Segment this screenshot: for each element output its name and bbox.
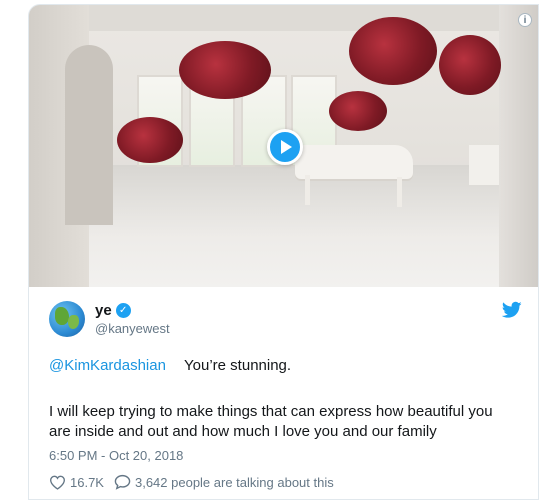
heart-icon <box>49 475 66 490</box>
grand-piano <box>295 145 413 179</box>
like-button[interactable]: 16.7K <box>49 475 104 490</box>
hanging-flower-arrangement <box>439 35 501 95</box>
scene-bench <box>469 145 499 185</box>
tweet-card[interactable]: i ye ✓ @kanyewest @KimKardashian You’re … <box>28 4 539 500</box>
tweet-timestamp[interactable]: 6:50 PM - Oct 20, 2018 <box>49 448 183 463</box>
tweet-reply-line: @KimKardashian You’re stunning. <box>49 356 529 376</box>
reply-text: You’re stunning. <box>184 357 292 374</box>
author-name[interactable]: ye <box>95 302 112 319</box>
piano-leg <box>397 177 402 207</box>
like-count: 16.7K <box>70 474 104 490</box>
video-thumbnail[interactable]: i <box>29 5 538 287</box>
info-icon[interactable]: i <box>518 13 532 27</box>
avatar-globe-land <box>68 315 79 329</box>
tweet-body-line: I will keep trying to make things that c… <box>49 403 493 420</box>
hanging-flower-arrangement <box>329 91 387 131</box>
avatar-globe-land <box>55 307 69 325</box>
author-name-row: ye ✓ <box>95 302 131 319</box>
tweet-actions: 16.7K 3,642 people are talking about thi… <box>49 474 344 490</box>
play-icon <box>281 140 292 154</box>
mention-link[interactable]: @KimKardashian <box>49 357 166 374</box>
speech-bubble-icon <box>114 474 131 490</box>
hanging-flower-arrangement <box>349 17 437 85</box>
conversation-link[interactable]: 3,642 people are talking about this <box>114 474 334 490</box>
tweet-body-line: are inside and out and how much I love y… <box>49 423 437 440</box>
scene-archway <box>65 45 113 225</box>
piano-leg <box>305 175 310 205</box>
scene-ceiling <box>29 5 538 31</box>
play-button[interactable] <box>267 129 303 165</box>
tweet-header: ye ✓ @kanyewest <box>49 301 522 345</box>
author-handle[interactable]: @kanyewest <box>95 321 170 336</box>
hanging-flower-arrangement <box>179 41 271 99</box>
avatar[interactable] <box>49 301 85 337</box>
conversation-count: 3,642 people are talking about this <box>134 474 334 490</box>
twitter-bird-icon[interactable] <box>502 301 522 319</box>
potted-flower-arrangement <box>117 117 183 163</box>
tweet-body: I will keep trying to make things that c… <box>49 402 529 442</box>
verified-badge-icon: ✓ <box>115 303 131 318</box>
scene-right-wall <box>499 5 538 287</box>
